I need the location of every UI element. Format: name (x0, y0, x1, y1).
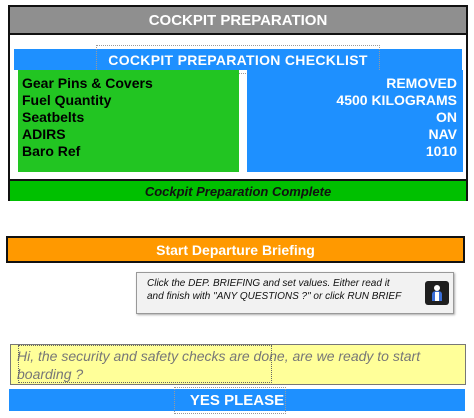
question-selection-frame (18, 345, 272, 383)
checklist-item-label: Gear Pins & Covers (22, 75, 153, 91)
yes-button-selection-frame (174, 387, 286, 414)
checklist-item-value: 1010 (425, 143, 457, 159)
start-departure-briefing-button[interactable]: Start Departure Briefing (6, 236, 465, 263)
checklist-item-value: REMOVED (386, 75, 457, 91)
checklist-item-label: ADIRS (22, 126, 66, 142)
checklist-item-value: 4500 KILOGRAMS (336, 92, 457, 108)
instruction-note: Click the DEP. BRIEFING and set values. … (136, 272, 454, 314)
checklist-item-label: Fuel Quantity (22, 92, 112, 108)
checklist-complete-bar: Cockpit Preparation Complete (10, 179, 466, 201)
checklist-values-box: REMOVED 4500 KILOGRAMS ON NAV 1010 (247, 70, 463, 172)
instruction-note-text: Click the DEP. BRIEFING and set values. … (147, 278, 402, 302)
checklist-item-label: Seatbelts (22, 109, 85, 125)
checklist-item-value: NAV (428, 126, 457, 142)
panel-title: COCKPIT PREPARATION (10, 7, 466, 35)
person-icon (432, 285, 442, 301)
run-brief-icon[interactable] (425, 281, 449, 305)
checklist-items-box: Gear Pins & Covers Fuel Quantity Seatbel… (18, 70, 239, 172)
checklist-item-value: ON (436, 109, 457, 125)
cockpit-preparation-panel: COCKPIT PREPARATION COCKPIT PREPARATION … (8, 5, 468, 201)
checklist-item-label: Baro Ref (22, 143, 81, 159)
